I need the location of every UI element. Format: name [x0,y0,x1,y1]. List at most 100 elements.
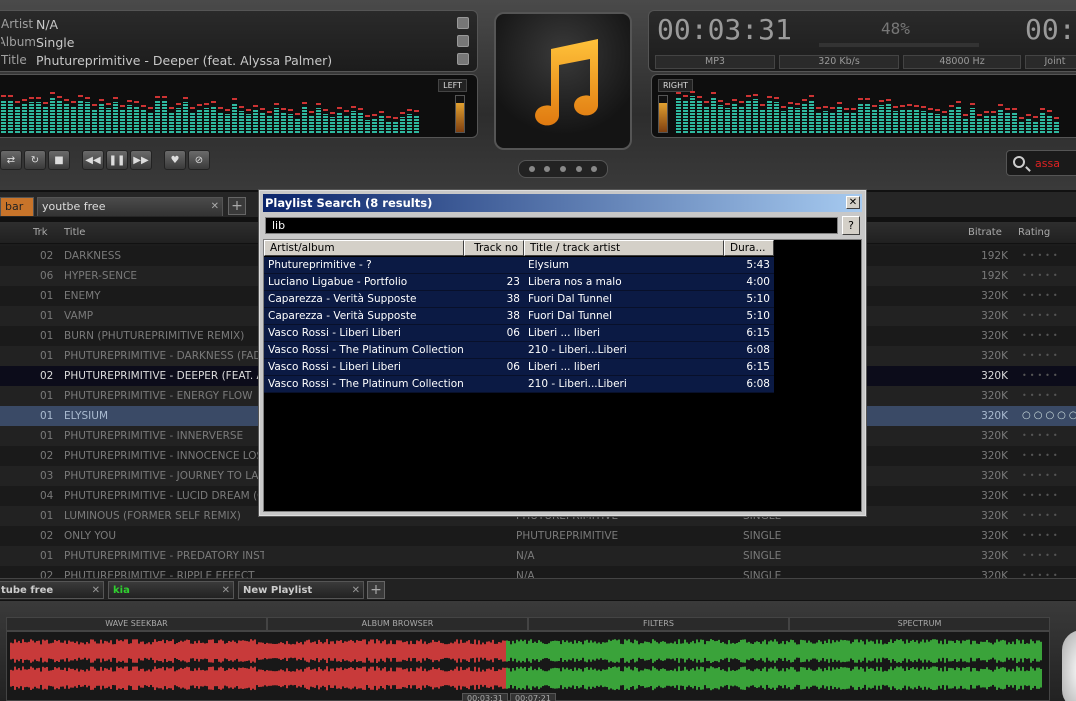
panel-tab-wave-seekbar[interactable]: WAVE SEEKBAR [6,617,267,631]
tab-youtbe-free[interactable]: youtbe free ✕ [37,197,223,216]
result-row[interactable]: Caparezza - Verità Supposte 38 Fuori Dal T… [264,291,774,308]
help-button[interactable]: ? [842,216,860,235]
track-number: 01 [40,290,54,302]
result-duration: 6:15 [746,361,770,373]
spectrum-bar [99,99,104,133]
ban-button[interactable]: ⊘ [188,150,210,170]
track-number: 01 [40,510,54,522]
rating-stars[interactable]: ••••• [1022,546,1076,566]
view-dot[interactable] [591,166,598,172]
col-trk[interactable]: Trk [33,227,48,238]
col-duration[interactable]: Dura... [724,240,774,256]
track-bitrate: 320K [981,350,1008,362]
spectrum-bar [225,109,230,133]
bottom-tab-kia[interactable]: kia ✕ [108,581,234,599]
rating-stars[interactable]: ••••• [1022,426,1076,446]
album-value: Single [36,34,75,50]
result-track-no: 06 [506,327,520,339]
rating-stars[interactable]: ••••• [1022,506,1076,526]
rating-stars[interactable]: ••••• [1022,526,1076,546]
result-row[interactable]: Caparezza - Verità Supposte 38 Fuori Dal T… [264,308,774,325]
info-icon[interactable] [457,17,469,29]
bottom-tab-tube-free[interactable]: tube free ✕ [0,581,104,599]
favorite-button[interactable]: ♥ [164,150,186,170]
rating-stars[interactable]: ••••• [1022,326,1076,346]
view-dot[interactable] [544,166,551,172]
bottom-tab-label: kia [113,585,130,596]
add-bottom-tab-button[interactable]: + [367,581,385,599]
result-duration: 6:08 [746,378,770,390]
search-input[interactable] [265,217,838,234]
table-row[interactable]: 02 ONLY YOU PHUTUREPRIMITIVE SINGLE 320K ••••… [0,526,1076,546]
track-artist: N/A [516,550,535,562]
rating-stars[interactable]: ••••• [1022,346,1076,366]
stop-button[interactable]: ■ [48,150,70,170]
close-icon[interactable]: ✕ [352,582,360,600]
table-row[interactable]: 02 PHUTUREPRIMITIVE - RIPPLE EFFECT N/A SIN… [0,566,1076,578]
result-row[interactable]: Luciano Ligabue - Portfolio 23 Libera nos … [264,274,774,291]
spectrum-bar [141,105,146,133]
col-artist-album[interactable]: Artist/album [264,240,464,256]
dialog-close-button[interactable]: ✕ [846,196,860,209]
result-artist-album: Vasco Rossi - Liberi Liberi [268,327,401,339]
panel-tab-spectrum[interactable]: SPECTRUM [789,617,1050,631]
bottom-tab-new-playlist[interactable]: New Playlist ✕ [238,581,364,599]
add-tab-button[interactable]: + [228,197,246,215]
wave-seekbar[interactable] [6,631,1050,701]
track-bitrate: 320K [981,530,1008,542]
result-row[interactable]: Vasco Rossi - The Platinum Collection 210… [264,342,774,359]
col-rating[interactable]: Rating [1018,227,1050,238]
title-value: Phutureprimitive - Deeper (feat. Alyssa … [36,52,333,68]
shuffle-button[interactable]: ⇄ [0,150,22,170]
col-title-track-artist[interactable]: Title / track artist [524,240,724,256]
bottom-tab-label: tube free [1,585,54,596]
rating-stars[interactable]: ••••• [1022,446,1076,466]
result-row[interactable]: Vasco Rossi - Liberi Liberi 06 Liberi ... … [264,359,774,376]
rating-stars[interactable]: ••••• [1022,246,1076,266]
panel-tab-album-browser[interactable]: ALBUM BROWSER [267,617,528,631]
bitrate-badge: 320 Kb/s [779,55,899,69]
col-track-no[interactable]: Track no [464,240,524,256]
view-dot[interactable] [559,166,566,172]
result-duration: 6:08 [746,344,770,356]
repeat-button[interactable]: ↻ [24,150,46,170]
rating-stars[interactable]: ••••• [1022,386,1076,406]
view-dot[interactable] [575,166,582,172]
close-icon[interactable]: ✕ [211,198,219,215]
previous-button[interactable]: ◀◀ [82,150,104,170]
col-bitrate[interactable]: Bitrate [968,227,1002,238]
result-row[interactable]: Vasco Rossi - Liberi Liberi 06 Liberi ... … [264,325,774,342]
rating-stars[interactable]: ○○○○○ [1022,406,1076,426]
lyrics-icon[interactable] [457,35,469,47]
volume-slider[interactable] [819,43,979,47]
list-icon[interactable] [457,53,469,65]
spectrum-bar [1026,114,1031,133]
rating-stars[interactable]: ••••• [1022,286,1076,306]
result-row[interactable]: Vasco Rossi - The Platinum Collection 210… [264,376,774,393]
rating-stars[interactable]: ••••• [1022,486,1076,506]
tab-bar[interactable]: bar [0,197,34,216]
rating-stars[interactable]: ••••• [1022,466,1076,486]
view-dot[interactable] [528,166,535,172]
spectrum-bar [316,103,321,133]
rating-stars[interactable]: ••••• [1022,366,1076,386]
rating-stars[interactable]: ••••• [1022,306,1076,326]
rating-stars[interactable]: ••••• [1022,266,1076,286]
rating-stars[interactable]: ••••• [1022,566,1076,578]
result-row[interactable]: Phutureprimitive - ? Elysium 5:43 [264,257,774,274]
spectrum-bar [85,97,90,133]
spectrum-bar [43,102,48,133]
col-title[interactable]: Title [64,227,85,238]
table-row[interactable]: 01 PHUTUREPRIMITIVE - PREDATORY INSTINCTS… [0,546,1076,566]
spectrum-bar [386,116,391,133]
result-track-no: 38 [506,310,520,322]
next-button[interactable]: ▶▶ [130,150,152,170]
close-icon[interactable]: ✕ [222,582,230,600]
pause-button[interactable]: ❚❚ [106,150,128,170]
close-icon[interactable]: ✕ [92,582,100,600]
quick-search[interactable]: assa [1006,150,1076,176]
track-title: PHUTUREPRIMITIVE - RIPPLE EFFECT [64,570,255,578]
volume-knob[interactable] [1062,630,1076,701]
panel-tab-filters[interactable]: FILTERS [528,617,789,631]
track-number: 01 [40,390,54,402]
